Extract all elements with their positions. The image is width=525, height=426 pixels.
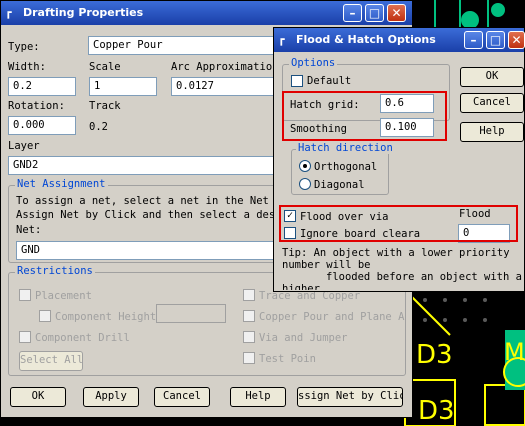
tip-line1: Tip: An object with a lower priority [282, 247, 510, 259]
assign-net-by-click-button[interactable]: ssign Net by Clic [297, 387, 403, 407]
track-value: 0.2 [89, 121, 108, 133]
net-help-line1: To assign a net, select a net in the Net… [16, 195, 288, 207]
maximize-button[interactable]: □ [365, 4, 384, 22]
pcb-label-m: M [504, 338, 525, 366]
layer-label: Layer [8, 140, 40, 152]
copper-pour-plane-label: Copper Pour and Plane A [259, 311, 405, 323]
maximize-button[interactable]: □ [486, 31, 505, 49]
diagonal-label: Diagonal [314, 179, 365, 191]
via-jumper-checkbox[interactable] [243, 331, 255, 343]
flood-cancel-button[interactable]: Cancel [460, 93, 524, 113]
pcb-label-d3-top: D3 [416, 340, 453, 370]
flood-hatch-dialog: ┏ Flood & Hatch Options – □ ✕ Options De… [273, 27, 525, 292]
flood-options-highlight [279, 205, 518, 242]
hatch-smoothing-highlight [282, 91, 447, 141]
component-height-field[interactable] [156, 304, 226, 323]
tip-line2: number will be [282, 259, 371, 271]
component-drill-label: Component Drill [35, 332, 130, 344]
flood-title: Flood & Hatch Options [296, 33, 436, 46]
component-height-checkbox[interactable] [39, 310, 51, 322]
rotation-label: Rotation: [8, 100, 65, 112]
flood-help-button[interactable]: Help [460, 122, 524, 142]
net-label: Net: [16, 224, 42, 236]
options-title: Options [289, 57, 338, 69]
type-label: Type: [8, 41, 40, 53]
type-select[interactable]: Copper Pour [88, 36, 278, 55]
rotation-field[interactable]: 0.000 [8, 116, 76, 135]
scale-label: Scale [89, 61, 121, 73]
net-help-line2: Assign Net by Click and then select a de… [16, 209, 282, 221]
tip-line3: flooded before an object with a [326, 271, 522, 283]
layer-select[interactable]: GND2 [8, 156, 278, 175]
drafting-title: Drafting Properties [23, 6, 144, 19]
width-field[interactable]: 0.2 [8, 77, 76, 96]
app-icon: ┏ [5, 6, 12, 19]
default-checkbox[interactable] [291, 75, 303, 87]
select-all-button[interactable]: Select All [19, 351, 83, 371]
via-jumper-label: Via and Jumper [259, 332, 348, 344]
component-height-label: Component Height [55, 311, 157, 323]
close-button[interactable]: ✕ [387, 4, 406, 22]
test-point-label: Test Poin [259, 353, 316, 365]
drafting-titlebar[interactable]: ┏ Drafting Properties – □ ✕ [1, 1, 412, 25]
scale-field[interactable]: 1 [89, 77, 157, 96]
test-point-checkbox[interactable] [243, 352, 255, 364]
close-button[interactable]: ✕ [508, 31, 525, 49]
apply-button[interactable]: Apply [83, 387, 139, 407]
restrictions-title: Restrictions [15, 265, 95, 277]
placement-checkbox[interactable] [19, 289, 31, 301]
width-label: Width: [8, 61, 46, 73]
diagonal-radio[interactable] [299, 178, 311, 190]
hatch-direction-title: Hatch direction [296, 142, 395, 154]
copper-pour-plane-checkbox[interactable] [243, 310, 255, 322]
trace-copper-checkbox[interactable] [243, 289, 255, 301]
ok-button[interactable]: OK [10, 387, 66, 407]
arc-approximation-field[interactable]: 0.0127 [171, 77, 275, 96]
flood-titlebar[interactable]: ┏ Flood & Hatch Options – □ ✕ [274, 28, 525, 52]
minimize-button[interactable]: – [464, 31, 483, 49]
orthogonal-radio[interactable] [299, 160, 311, 172]
component-drill-checkbox[interactable] [19, 331, 31, 343]
cancel-button[interactable]: Cancel [154, 387, 210, 407]
net-select[interactable]: GND [16, 241, 278, 260]
help-button[interactable]: Help [230, 387, 286, 407]
net-assignment-title: Net Assignment [15, 178, 108, 190]
tip-line4: higher [282, 283, 320, 290]
minimize-button[interactable]: – [343, 4, 362, 22]
orthogonal-label: Orthogonal [314, 161, 378, 173]
pcb-label-d3-bottom: D3 [418, 396, 455, 426]
flood-ok-button[interactable]: OK [460, 67, 524, 87]
track-label: Track [89, 100, 121, 112]
app-icon: ┏ [278, 33, 285, 46]
placement-label: Placement [35, 290, 92, 302]
arc-approximation-label: Arc Approximation [171, 61, 279, 73]
default-label: Default [307, 75, 352, 87]
